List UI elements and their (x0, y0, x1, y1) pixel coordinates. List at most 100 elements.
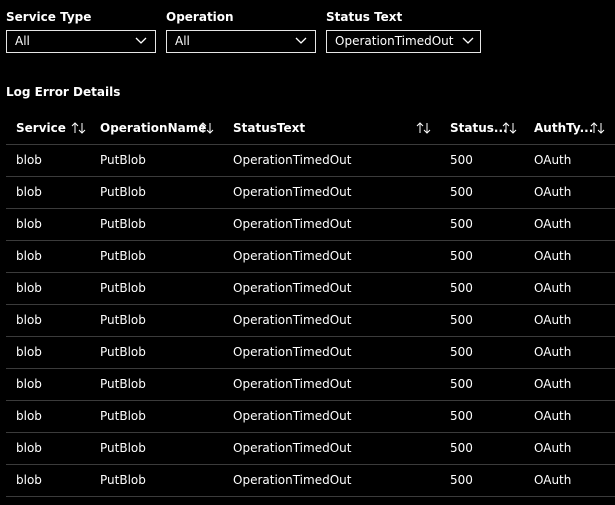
cell-statustext: OperationTimedOut (233, 345, 352, 359)
operation-label: Operation (166, 10, 234, 24)
column-header-status[interactable]: Status... (450, 112, 534, 144)
status-text-dropdown[interactable]: OperationTimedOut (326, 30, 481, 53)
column-header-label: OperationName (100, 121, 207, 135)
cell-authtype: OAuth (534, 409, 572, 423)
cell-authtype: OAuth (534, 345, 572, 359)
cell-service: blob (16, 185, 42, 199)
sort-icon (416, 122, 431, 134)
table-row: blob PutBlob OperationTimedOut 500 OAuth (6, 369, 615, 401)
column-header-label: Status... (450, 121, 508, 135)
cell-statustext: OperationTimedOut (233, 153, 352, 167)
sort-icon (502, 122, 517, 134)
cell-operationname: PutBlob (100, 473, 146, 487)
cell-service: blob (16, 441, 42, 455)
cell-service: blob (16, 249, 42, 263)
service-type-dropdown[interactable]: All (6, 30, 156, 53)
filter-bar: Service Type All Operation All Status Te… (0, 0, 615, 60)
cell-operationname: PutBlob (100, 249, 146, 263)
cell-statustext: OperationTimedOut (233, 441, 352, 455)
cell-statustext: OperationTimedOut (233, 281, 352, 295)
cell-status: 500 (450, 153, 473, 167)
cell-operationname: PutBlob (100, 409, 146, 423)
cell-status: 500 (450, 281, 473, 295)
status-text-label: Status Text (326, 10, 403, 24)
cell-operationname: PutBlob (100, 153, 146, 167)
cell-service: blob (16, 217, 42, 231)
cell-authtype: OAuth (534, 249, 572, 263)
cell-statustext: OperationTimedOut (233, 473, 352, 487)
table-header: Service OperationName StatusText Status.… (6, 112, 615, 145)
cell-status: 500 (450, 345, 473, 359)
cell-status: 500 (450, 217, 473, 231)
chevron-down-icon (295, 37, 307, 44)
column-header-label: AuthTy... (534, 121, 594, 135)
sort-icon (590, 122, 605, 134)
column-header-operationname[interactable]: OperationName (100, 112, 233, 144)
table-row: blob PutBlob OperationTimedOut 500 OAuth (6, 241, 615, 273)
cell-operationname: PutBlob (100, 217, 146, 231)
cell-statustext: OperationTimedOut (233, 377, 352, 391)
table-row: blob PutBlob OperationTimedOut 500 OAuth (6, 177, 615, 209)
cell-status: 500 (450, 473, 473, 487)
service-type-label: Service Type (6, 10, 92, 24)
table-row: blob PutBlob OperationTimedOut 500 OAuth (6, 209, 615, 241)
table-row: blob PutBlob OperationTimedOut 500 OAuth (6, 305, 615, 337)
table-row: blob PutBlob OperationTimedOut 500 OAuth (6, 145, 615, 177)
table-row: blob PutBlob OperationTimedOut 500 OAuth (6, 401, 615, 433)
operation-dropdown[interactable]: All (166, 30, 316, 53)
cell-status: 500 (450, 441, 473, 455)
cell-statustext: OperationTimedOut (233, 409, 352, 423)
table-row: blob PutBlob OperationTimedOut 500 OAuth (6, 337, 615, 369)
cell-status: 500 (450, 249, 473, 263)
column-header-label: StatusText (233, 121, 306, 135)
status-text-value: OperationTimedOut (335, 34, 454, 48)
status-text-filter: Status Text (326, 9, 402, 25)
column-header-label: Service (16, 121, 66, 135)
cell-authtype: OAuth (534, 281, 572, 295)
cell-operationname: PutBlob (100, 185, 146, 199)
table-row: blob PutBlob OperationTimedOut 500 OAuth (6, 433, 615, 465)
table-row: blob PutBlob OperationTimedOut 500 OAuth (6, 465, 615, 497)
cell-operationname: PutBlob (100, 441, 146, 455)
cell-operationname: PutBlob (100, 313, 146, 327)
cell-service: blob (16, 153, 42, 167)
column-header-authtype[interactable]: AuthTy... (534, 112, 609, 144)
chevron-down-icon (135, 37, 147, 44)
cell-statustext: OperationTimedOut (233, 217, 352, 231)
table-row: blob PutBlob OperationTimedOut 500 OAuth (6, 273, 615, 305)
chevron-down-icon (462, 37, 474, 44)
cell-authtype: OAuth (534, 185, 572, 199)
service-type-value: All (15, 34, 30, 48)
cell-authtype: OAuth (534, 377, 572, 391)
cell-operationname: PutBlob (100, 281, 146, 295)
operation-value: All (175, 34, 190, 48)
cell-authtype: OAuth (534, 313, 572, 327)
cell-statustext: OperationTimedOut (233, 249, 352, 263)
cell-operationname: PutBlob (100, 377, 146, 391)
cell-status: 500 (450, 409, 473, 423)
service-type-filter: Service Type (6, 9, 91, 25)
cell-service: blob (16, 345, 42, 359)
cell-authtype: OAuth (534, 217, 572, 231)
column-header-service[interactable]: Service (16, 112, 100, 144)
cell-status: 500 (450, 185, 473, 199)
cell-status: 500 (450, 377, 473, 391)
cell-service: blob (16, 281, 42, 295)
operation-filter: Operation (166, 9, 234, 25)
cell-statustext: OperationTimedOut (233, 313, 352, 327)
cell-status: 500 (450, 313, 473, 327)
cell-authtype: OAuth (534, 441, 572, 455)
cell-authtype: OAuth (534, 153, 572, 167)
column-header-statustext[interactable]: StatusText (233, 112, 450, 144)
log-error-table: Service OperationName StatusText Status.… (6, 112, 615, 497)
cell-service: blob (16, 473, 42, 487)
cell-operationname: PutBlob (100, 345, 146, 359)
sort-icon (71, 122, 86, 134)
cell-authtype: OAuth (534, 473, 572, 487)
sort-icon (199, 122, 214, 134)
cell-service: blob (16, 409, 42, 423)
section-title: Log Error Details (6, 85, 121, 99)
cell-service: blob (16, 313, 42, 327)
cell-service: blob (16, 377, 42, 391)
cell-statustext: OperationTimedOut (233, 185, 352, 199)
